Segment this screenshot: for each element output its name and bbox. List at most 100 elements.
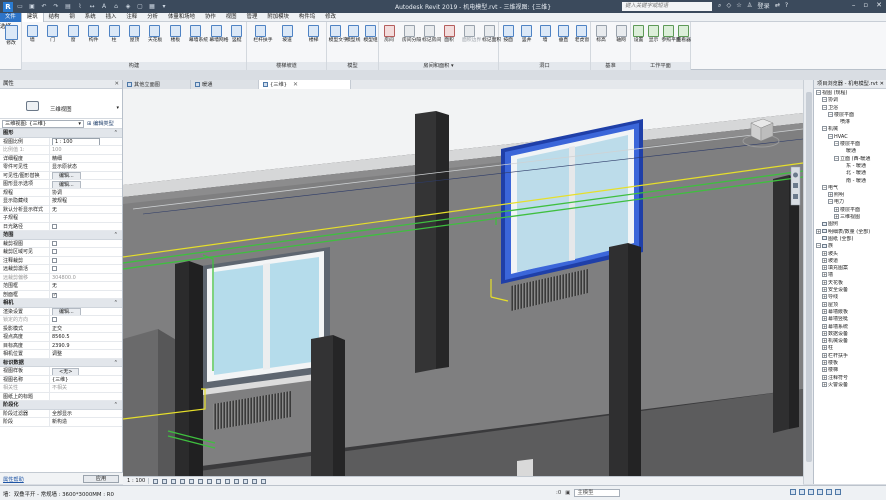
collapse-icon[interactable]: ⌃ [114,129,118,137]
section-icon[interactable]: ◈ [124,3,132,10]
property-value[interactable] [50,393,122,401]
select-pinned-icon[interactable] [808,489,814,495]
browser-node[interactable]: 东 - 暖通 [814,163,886,170]
view-tab-1[interactable]: 暖通 [191,80,259,89]
restore-button[interactable]: ▫ [863,1,868,9]
temp-hide-icon[interactable] [225,478,231,484]
ribbon-button-0-1[interactable]: 门 [46,25,60,43]
property-value[interactable]: 100 [50,146,122,154]
ribbon-button-0-6[interactable]: 天花板 [148,25,162,43]
print-icon[interactable]: ▤ [64,3,72,10]
property-checkbox[interactable] [52,249,57,254]
ribbon-tab-0[interactable]: 文件 [0,12,21,22]
browser-node[interactable]: + 三维视图 [814,214,886,221]
browser-node[interactable]: + 幕墙竖梃 [814,316,886,323]
property-value[interactable]: 2390.9 [50,342,122,350]
chevron-down-icon[interactable]: ▾ [116,105,119,111]
lock-view-icon[interactable] [216,478,222,484]
shadows-icon[interactable] [180,478,186,484]
expand-icon[interactable]: + [822,279,827,285]
visual-style-icon[interactable] [162,478,168,484]
expand-icon[interactable]: + [822,338,827,344]
window-left[interactable] [201,247,330,395]
close-hidden-icon[interactable]: ▢ [136,3,144,10]
collapse-icon[interactable]: − [828,199,833,205]
property-value[interactable]: 精细 [50,155,122,163]
close-icon[interactable]: ✕ [114,80,119,89]
properties-section-header[interactable]: 相机 ⌃ [0,299,122,308]
ribbon-button-5-0[interactable]: 标高 [594,25,608,43]
view-tab-2[interactable]: {三维} ✕ [259,80,351,89]
property-value[interactable]: 304800.0 [50,274,122,282]
property-value[interactable]: 编辑... [50,180,122,188]
ribbon-tab-5[interactable]: 插入 [101,13,122,22]
apply-button[interactable]: 应用 [83,475,119,483]
instance-filter-select[interactable]: 三维视图: {三维} ▾ [2,120,84,128]
exchange-icon[interactable]: ⇄ [775,2,780,9]
property-value[interactable] [50,214,122,222]
browser-node[interactable]: + 栏杆扶手 [814,352,886,360]
drag-elements-icon[interactable] [826,489,832,495]
worksets-icon[interactable]: ▣ [565,490,570,496]
browser-node[interactable]: + 幕墙嵌板 [814,308,886,316]
ribbon-panel-label[interactable]: 洞口 [499,62,590,70]
property-checkbox[interactable] [52,266,57,271]
collapse-icon[interactable]: − [816,90,821,95]
browser-node[interactable]: + 墙 [814,272,886,279]
browser-node[interactable]: + 填充图案 [814,265,886,272]
collapse-icon[interactable]: − [822,104,827,110]
ribbon-tab-8[interactable]: 体量和场地 [163,13,200,22]
browser-node[interactable]: + 屋顶 [814,301,886,309]
viewport-scrollbar[interactable] [803,80,813,484]
browser-node[interactable]: 南 - 暖通 [814,178,886,185]
property-value[interactable]: 不相关 [50,384,122,392]
browser-node[interactable]: + 天花板 [814,279,886,287]
select-links-icon[interactable] [790,489,796,495]
browser-node[interactable]: − 电气 [814,184,886,192]
expand-icon[interactable]: + [822,287,827,293]
ribbon-tab-11[interactable]: 管理 [242,13,263,22]
measure-icon[interactable]: ⌇ [76,3,84,10]
ribbon-button-0-5[interactable]: 屋顶 [128,25,142,43]
favorites-icon[interactable]: ☆ [736,2,742,9]
modify-button[interactable]: 修改 [4,25,18,46]
ribbon-tab-10[interactable]: 视图 [221,13,242,22]
ribbon-button-1-0[interactable]: 栏杆扶手 [253,25,273,43]
property-value[interactable]: 8560.5 [50,333,122,341]
3d-view-icon[interactable]: ⌂ [112,3,120,10]
browser-node[interactable]: + 楼层平面 [814,206,886,214]
property-value[interactable]: 全部显示 [50,410,122,418]
search-icon[interactable]: ⌕ [718,2,721,10]
browser-node[interactable]: − 协调 [814,97,886,104]
switch-windows-icon[interactable]: ▦ [148,3,156,10]
ribbon-button-1-2[interactable]: 楼梯 [307,25,321,43]
text-icon[interactable]: A [100,3,108,10]
expand-icon[interactable]: + [822,316,827,322]
property-value[interactable] [50,248,122,256]
ribbon-panel-label[interactable]: 基准 [591,62,630,70]
property-value[interactable]: {三维} [50,376,122,384]
ribbon-panel-label[interactable]: 工作平面 [631,62,690,70]
expand-icon[interactable]: + [822,294,827,300]
collapse-icon[interactable]: − [828,133,833,139]
show-crop-icon[interactable] [207,478,213,484]
ribbon-button-0-3[interactable]: 构件 [87,25,101,43]
close-button[interactable]: ✕ [876,1,882,9]
ribbon-button-5-1[interactable]: 轴网 [614,25,628,43]
expand-icon[interactable]: + [828,192,833,198]
browser-node[interactable]: + 安全设备 [814,287,886,294]
property-value[interactable]: 无 [50,206,122,214]
crop-view-icon[interactable] [198,478,204,484]
property-checkbox[interactable] [52,223,57,229]
close-tab-icon[interactable]: ✕ [293,81,298,88]
browser-node[interactable]: 北 - 暖通 [814,170,886,177]
ribbon-button-3-2[interactable]: 标记房间 [422,25,441,43]
expand-icon[interactable]: + [822,374,827,380]
ribbon-button-3-3[interactable]: 面积 [442,25,456,43]
ribbon-panel-label[interactable]: 房间和面积 ▾ [379,62,498,70]
expand-icon[interactable]: + [822,359,827,365]
ribbon-button-4-0[interactable]: 按面 [501,25,515,43]
column-right[interactable] [609,243,641,476]
ribbon-button-0-8[interactable]: 幕墙系统 [189,25,208,43]
ribbon-button-6-3[interactable]: 查看器 [677,25,691,43]
